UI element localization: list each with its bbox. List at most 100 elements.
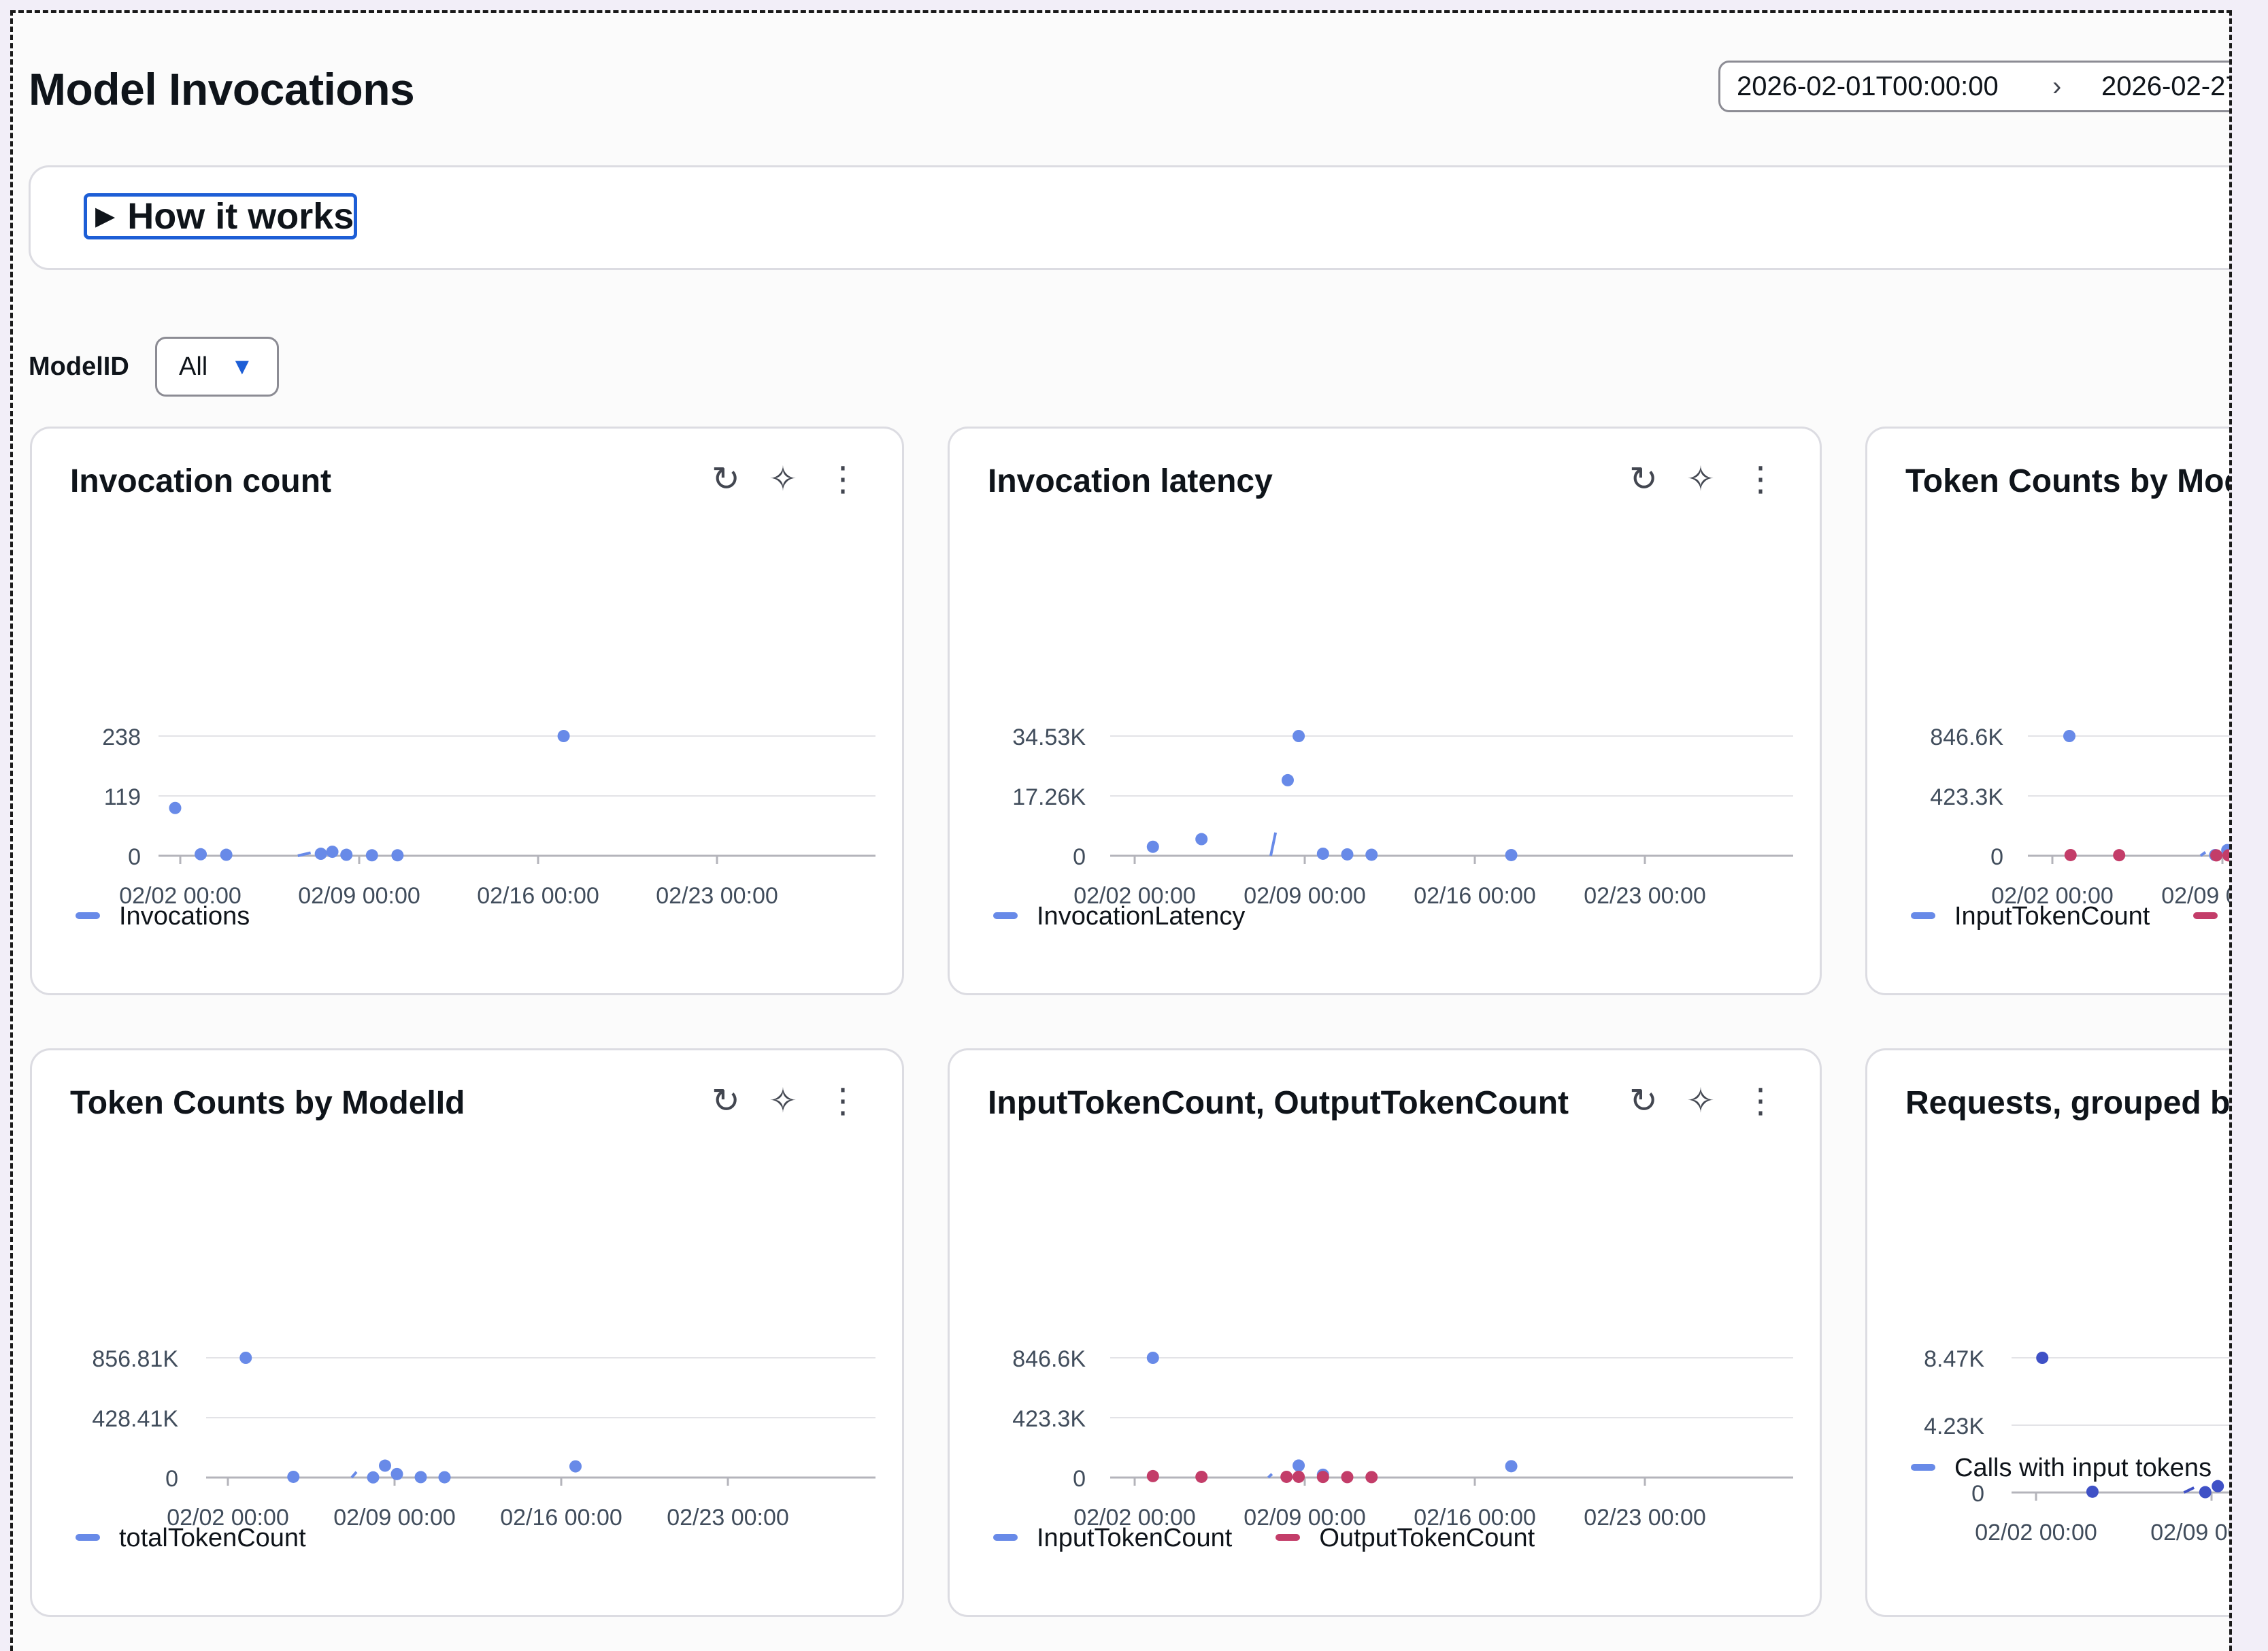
chart-legend: Calls with input tokensCalls with input … bbox=[1911, 1446, 2229, 1490]
y-tick-label: 423.3K bbox=[1012, 1406, 1086, 1432]
data-point[interactable] bbox=[365, 849, 378, 862]
chart-legend: totalTokenCount bbox=[76, 1524, 350, 1553]
page-title: Model Invocations bbox=[29, 64, 415, 114]
date-range-picker[interactable]: 2026-02-01T00:00:00 › 2026-02-27 bbox=[1718, 61, 2229, 112]
data-point[interactable] bbox=[1316, 1471, 1329, 1484]
selection-border-top bbox=[10, 10, 2232, 13]
data-point[interactable] bbox=[1365, 1471, 1378, 1484]
legend-label: InputTokenCount bbox=[1037, 1524, 1233, 1552]
x-tick-label: 02/23 00:00 bbox=[1584, 883, 1706, 909]
legend-swatch bbox=[2193, 912, 2218, 919]
data-point[interactable] bbox=[1316, 847, 1329, 860]
data-point[interactable] bbox=[1293, 730, 1305, 742]
legend-item[interactable]: Calls with input tokens bbox=[1911, 1446, 2212, 1490]
data-point[interactable] bbox=[1293, 1470, 1305, 1483]
data-point[interactable] bbox=[239, 1352, 252, 1364]
data-point[interactable] bbox=[2036, 1352, 2049, 1364]
y-tick-label: 119 bbox=[104, 784, 141, 810]
caret-right-icon: ▶ bbox=[95, 202, 116, 231]
how-it-works-label: How it works bbox=[127, 196, 354, 237]
legend-item[interactable]: InvocationLatency bbox=[993, 902, 1245, 931]
chart-legend: Invocations bbox=[76, 902, 293, 931]
caret-down-icon: ▼ bbox=[231, 354, 254, 380]
data-point[interactable] bbox=[379, 1459, 391, 1472]
y-tick-label: 17.26K bbox=[1012, 784, 1086, 810]
widget-invocation-count: Invocation count ↻ ✧ ⋮ 0 119 238 02/02 00:0… bbox=[30, 427, 904, 995]
x-tick-label: 02/02 00:00 bbox=[1975, 1520, 2097, 1546]
data-point[interactable] bbox=[195, 848, 207, 861]
selection-border-right bbox=[2229, 10, 2232, 1651]
legend-item[interactable]: InputTokenCount bbox=[1911, 902, 2150, 931]
y-tick-label: 846.6K bbox=[1012, 1346, 1086, 1372]
legend-label: Invocations bbox=[119, 902, 250, 931]
main-window: Model Invocations 2026-02-01T00:00:00 › … bbox=[10, 10, 2229, 1651]
data-point[interactable] bbox=[287, 1470, 300, 1483]
chart-legend: InvocationLatency bbox=[993, 902, 1288, 931]
y-tick-label: 0 bbox=[165, 1466, 178, 1492]
y-tick-label: 0 bbox=[1073, 844, 1086, 870]
widget-invocation-latency: Invocation latency ↻ ✧ ⋮ 0 17.26K 34.53K 02… bbox=[948, 427, 1822, 995]
data-point[interactable] bbox=[2063, 730, 2075, 742]
legend-label: InvocationLatency bbox=[1037, 902, 1246, 931]
data-point[interactable] bbox=[390, 1467, 403, 1480]
legend-item[interactable]: OutputTokenCount bbox=[1275, 1524, 1535, 1553]
data-point[interactable] bbox=[326, 846, 339, 858]
widget-input-output-token-count: InputTokenCount, OutputTokenCount ↻ ✧ ⋮ … bbox=[948, 1048, 1822, 1617]
x-tick-label: 02/09 00:00 bbox=[298, 883, 420, 909]
data-point[interactable] bbox=[1365, 848, 1378, 861]
x-tick-label: 02/09 00:00 bbox=[2150, 1520, 2229, 1546]
y-tick-label: 4.23K bbox=[1924, 1414, 1984, 1439]
date-range-end[interactable]: 2026-02-27 bbox=[2101, 63, 2229, 110]
y-tick-label: 8.47K bbox=[1924, 1346, 1984, 1372]
x-tick-label: 02/16 00:00 bbox=[1414, 883, 1536, 909]
data-point[interactable] bbox=[314, 848, 327, 861]
data-point[interactable] bbox=[2064, 848, 2077, 861]
legend-item[interactable]: InputTokenCount bbox=[993, 1524, 1232, 1553]
data-point[interactable] bbox=[1293, 1459, 1305, 1472]
data-point[interactable] bbox=[340, 848, 353, 861]
data-point[interactable] bbox=[438, 1471, 451, 1484]
y-tick-label: 0 bbox=[128, 844, 141, 870]
legend-item[interactable]: totalTokenCount bbox=[76, 1524, 306, 1553]
data-point[interactable] bbox=[1505, 1460, 1518, 1473]
legend-item[interactable] bbox=[2193, 902, 2229, 931]
data-point[interactable] bbox=[391, 849, 404, 862]
data-point[interactable] bbox=[569, 1460, 582, 1473]
data-point[interactable] bbox=[367, 1471, 380, 1484]
x-tick-label: 02/23 00:00 bbox=[667, 1505, 789, 1531]
widget-requests-grouped-by: Requests, grouped by 0 4.23K 8.47K 02/02 00… bbox=[1865, 1048, 2229, 1617]
how-it-works-panel: ▶ How it works bbox=[29, 165, 2229, 270]
y-tick-label: 34.53K bbox=[1012, 724, 1086, 750]
data-point[interactable] bbox=[1341, 848, 1354, 861]
data-point[interactable] bbox=[169, 801, 182, 814]
widget-token-counts-by-modelid: Token Counts by ModelId ↻ ✧ ⋮ 0 428.41K 85… bbox=[30, 1048, 904, 1617]
data-point[interactable] bbox=[1280, 1470, 1293, 1483]
data-point[interactable] bbox=[1195, 833, 1208, 846]
data-point[interactable] bbox=[1341, 1471, 1354, 1484]
data-point[interactable] bbox=[2210, 849, 2223, 862]
data-point[interactable] bbox=[414, 1471, 427, 1484]
data-point[interactable] bbox=[220, 848, 233, 861]
x-tick-label: 02/09 00:00 bbox=[333, 1505, 456, 1531]
legend-item[interactable]: Invocations bbox=[76, 902, 250, 931]
data-point[interactable] bbox=[1146, 1352, 1159, 1364]
x-tick-label: 02/16 00:00 bbox=[477, 883, 599, 909]
data-point[interactable] bbox=[1146, 1469, 1159, 1482]
date-range-start[interactable]: 2026-02-01T00:00:00 bbox=[1737, 63, 1999, 110]
modelid-select[interactable]: All ▼ bbox=[155, 337, 279, 397]
data-point[interactable] bbox=[1282, 773, 1294, 786]
modelid-select-value: All bbox=[179, 352, 208, 381]
legend-swatch bbox=[993, 1533, 1018, 1541]
x-tick-label: 02/23 00:00 bbox=[656, 883, 778, 909]
chevron-right-icon: › bbox=[2052, 71, 2062, 101]
data-point[interactable] bbox=[1195, 1470, 1208, 1483]
how-it-works-toggle[interactable]: ▶ How it works bbox=[84, 193, 357, 239]
legend-swatch bbox=[1911, 912, 1935, 919]
chart-legend: InputTokenCount bbox=[1911, 902, 2229, 931]
widget-token-counts-by-modelid: Token Counts by ModelId 0423.3K846.6K02/… bbox=[1865, 427, 2229, 995]
data-point[interactable] bbox=[2113, 849, 2126, 862]
data-point[interactable] bbox=[1505, 848, 1518, 861]
series-line[interactable] bbox=[1269, 832, 1278, 856]
data-point[interactable] bbox=[1146, 840, 1159, 853]
data-point[interactable] bbox=[557, 730, 570, 742]
